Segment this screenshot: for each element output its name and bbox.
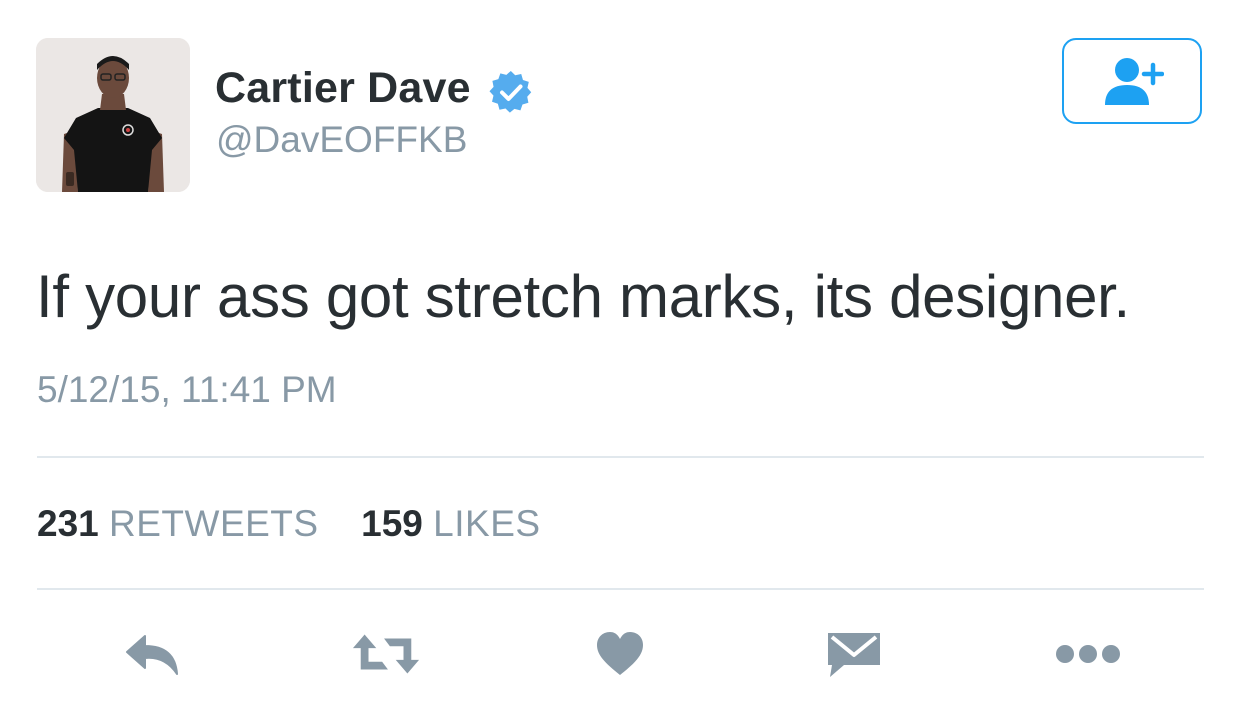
more-button[interactable] <box>1053 624 1123 684</box>
retweets-stat[interactable]: 231 RETWEETS <box>37 503 329 544</box>
verified-badge-icon <box>489 70 533 114</box>
follow-button[interactable] <box>1062 38 1202 124</box>
more-dots-icon <box>1056 645 1120 663</box>
profile-photo <box>36 38 190 192</box>
retweets-count: 231 <box>37 503 99 544</box>
divider <box>37 588 1204 590</box>
likes-count: 159 <box>361 503 423 544</box>
add-user-icon <box>1105 58 1164 105</box>
retweets-label: RETWEETS <box>109 503 319 544</box>
reply-button[interactable] <box>118 624 188 684</box>
tweet-timestamp[interactable]: 5/12/15, 11:41 PM <box>37 369 337 411</box>
retweet-button[interactable] <box>351 624 421 684</box>
direct-message-button[interactable] <box>819 624 889 684</box>
reply-icon <box>126 635 178 675</box>
user-handle[interactable]: @DavEOFFKB <box>216 119 467 161</box>
like-button[interactable] <box>585 624 655 684</box>
tweet-stats: 231 RETWEETS 159 LIKES <box>37 503 541 545</box>
display-name[interactable]: Cartier Dave <box>215 64 471 113</box>
likes-stat[interactable]: 159 LIKES <box>361 503 540 544</box>
heart-icon <box>597 632 643 675</box>
divider <box>37 456 1204 458</box>
likes-label: LIKES <box>433 503 541 544</box>
retweet-icon <box>352 634 420 674</box>
envelope-icon <box>828 633 880 677</box>
avatar[interactable] <box>36 38 190 192</box>
tweet-text: If your ass got stretch marks, its desig… <box>36 263 1130 330</box>
